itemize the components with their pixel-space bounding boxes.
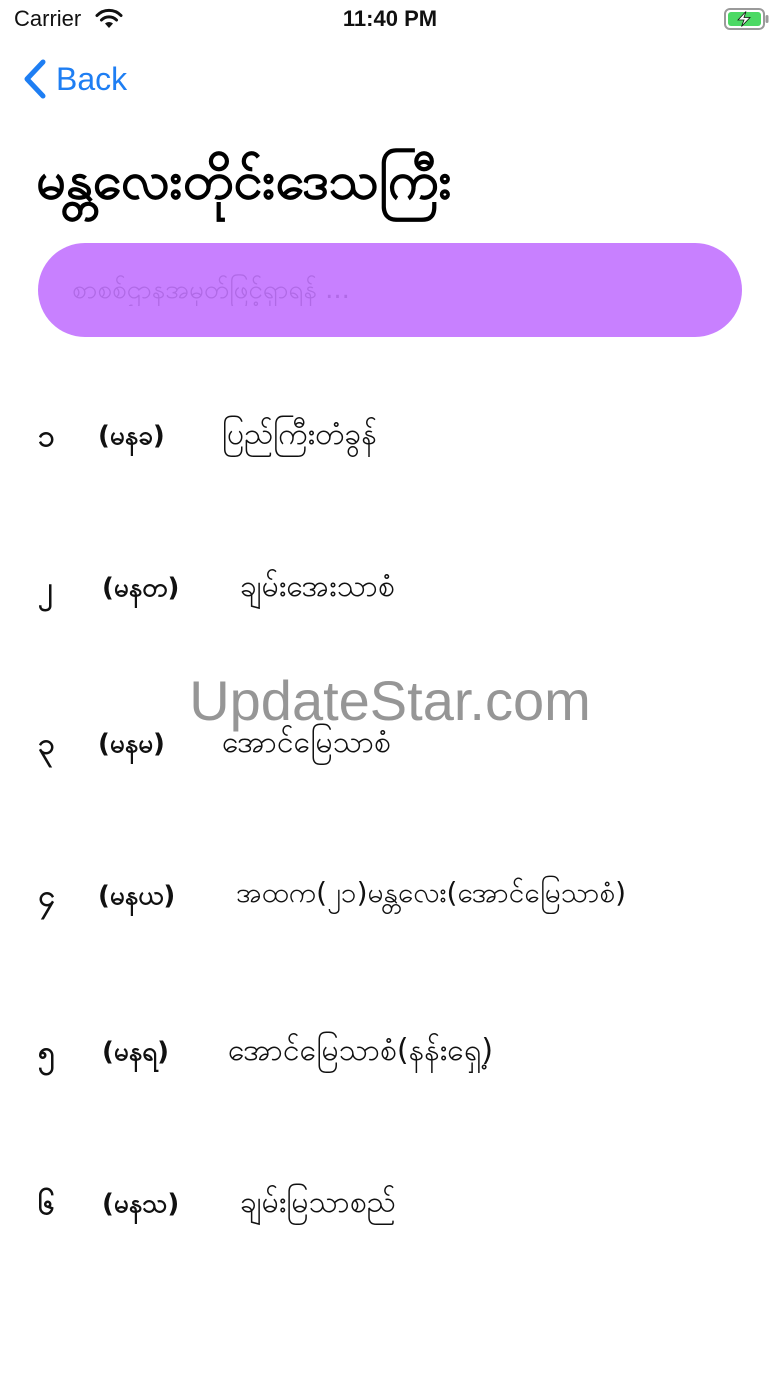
search-box[interactable] <box>38 243 742 337</box>
item-number: ၅ <box>38 1035 55 1070</box>
list-item[interactable]: ၄ (မနယ) အထက(၂၁)မန္တလေး(အောင်မြေသာစံ) <box>0 874 780 994</box>
item-number: ၂ <box>38 571 53 606</box>
item-number: ၃ <box>38 727 55 762</box>
back-button[interactable]: Back <box>22 56 127 102</box>
item-name: ချမ်းမြသာစည် <box>240 1185 396 1220</box>
status-bar: Carrier 11:40 PM <box>0 0 780 40</box>
chevron-left-icon <box>24 59 46 99</box>
item-code: (မနတ) <box>102 573 180 603</box>
list-item[interactable]: ၅ (မနရ) အောင်မြေသာစံ(နန်းရှေ့) <box>0 1030 780 1150</box>
list-item[interactable]: ၁ (မနခ) ပြည်ကြီးတံခွန် <box>0 414 780 534</box>
clock-time: 11:40 PM <box>342 6 438 31</box>
item-number: ၆ <box>38 1187 55 1222</box>
item-code: (မနခ) <box>98 421 165 451</box>
item-name: အောင်မြေသာစံ <box>222 725 391 760</box>
back-label: Back <box>56 60 128 97</box>
item-name: ပြည်ကြီးတံခွန် <box>222 417 377 452</box>
battery-charging-icon <box>724 8 770 30</box>
item-code: (မနရ) <box>102 1037 170 1067</box>
list-item[interactable]: ၆ (မနသ) ချမ်းမြသာစည် <box>0 1182 780 1302</box>
item-code: (မနမ) <box>98 729 165 759</box>
item-name: အထက(၂၁)မန္တလေး(အောင်မြေသာစံ) <box>236 876 627 909</box>
item-number: ၁ <box>38 419 55 454</box>
item-name: အောင်မြေသာစံ(နန်းရှေ့) <box>228 1033 494 1068</box>
search-input[interactable] <box>70 274 710 306</box>
item-name: ချမ်းအေးသာစံ <box>240 569 395 604</box>
item-code: (မနယ) <box>98 881 176 911</box>
list-item[interactable]: ၃ (မနမ) အောင်မြေသာစံ <box>0 722 780 842</box>
item-number: ၄ <box>38 879 55 914</box>
page-title: မန္တလေးတိုင်းဒေသကြီး <box>36 151 452 211</box>
item-code: (မနသ) <box>102 1189 180 1219</box>
list-item[interactable]: ၂ (မနတ) ချမ်းအေးသာစံ <box>0 566 780 686</box>
